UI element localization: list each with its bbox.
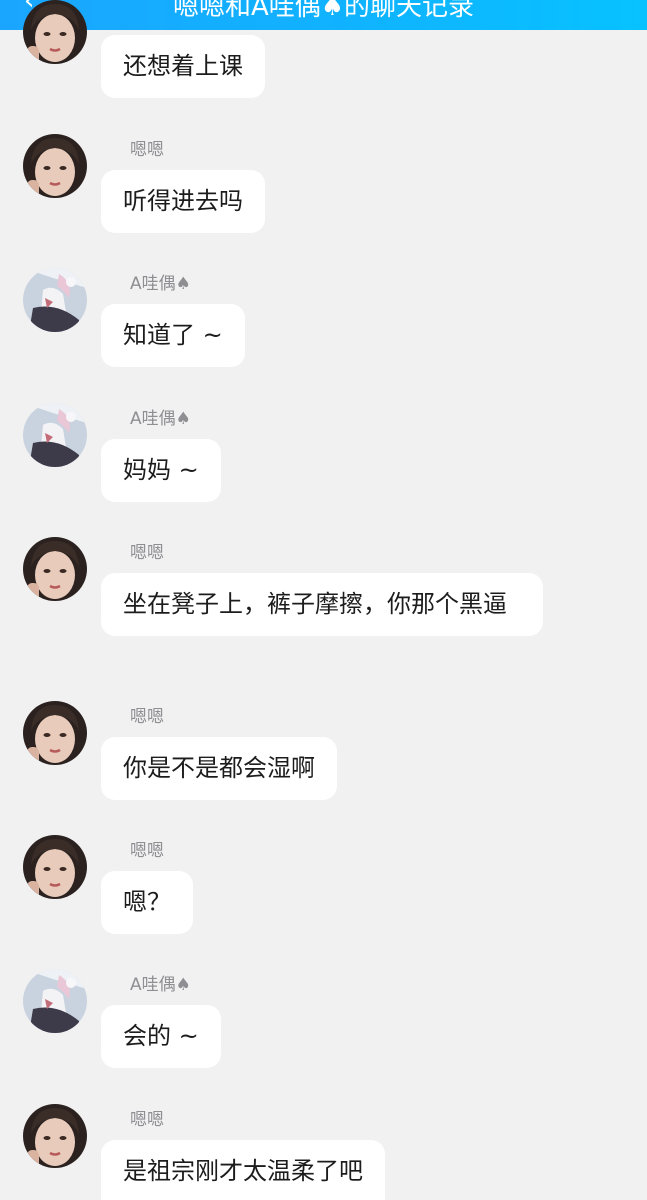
avatar-girl[interactable] — [23, 1104, 87, 1168]
avatar-girl[interactable] — [23, 134, 87, 198]
message-bubble[interactable]: 你是不是都会湿啊 — [101, 737, 337, 800]
sender-name: 嗯嗯 — [130, 707, 164, 727]
message-bubble[interactable]: 是祖宗刚才太温柔了吧 — [101, 1140, 385, 1200]
avatar-anime[interactable] — [23, 268, 87, 332]
chat-title: 嗯嗯和A哇偶♠的聊天记录 — [172, 0, 475, 22]
sender-name: 嗯嗯 — [130, 1110, 164, 1130]
message-bubble[interactable]: 知道了 ~ — [101, 304, 245, 367]
message-bubble[interactable]: 还想着上课 — [101, 35, 265, 98]
sender-name: A哇偶♠ — [130, 975, 191, 995]
sender-name: A哇偶♠ — [130, 409, 191, 429]
message-bubble[interactable]: 会的 ~ — [101, 1005, 221, 1068]
avatar-girl[interactable] — [23, 835, 87, 899]
message-bubble[interactable]: 妈妈 ~ — [101, 439, 221, 502]
sender-name: 嗯嗯 — [130, 543, 164, 563]
sender-name: A哇偶♠ — [130, 274, 191, 294]
chat-header: ‹ 嗯嗯和A哇偶♠的聊天记录 — [0, 0, 647, 30]
sender-name: 嗯嗯 — [130, 140, 164, 160]
avatar-girl[interactable] — [23, 537, 87, 601]
message-bubble[interactable]: 嗯？ — [101, 871, 193, 934]
message-bubble[interactable]: 坐在凳子上，裤子摩擦，你那个黑逼 — [101, 573, 543, 636]
avatar-girl[interactable] — [23, 701, 87, 765]
avatar-anime[interactable] — [23, 403, 87, 467]
avatar-girl[interactable] — [23, 0, 87, 64]
message-bubble[interactable]: 听得进去吗 — [101, 170, 265, 233]
avatar-anime[interactable] — [23, 969, 87, 1033]
sender-name: 嗯嗯 — [130, 841, 164, 861]
